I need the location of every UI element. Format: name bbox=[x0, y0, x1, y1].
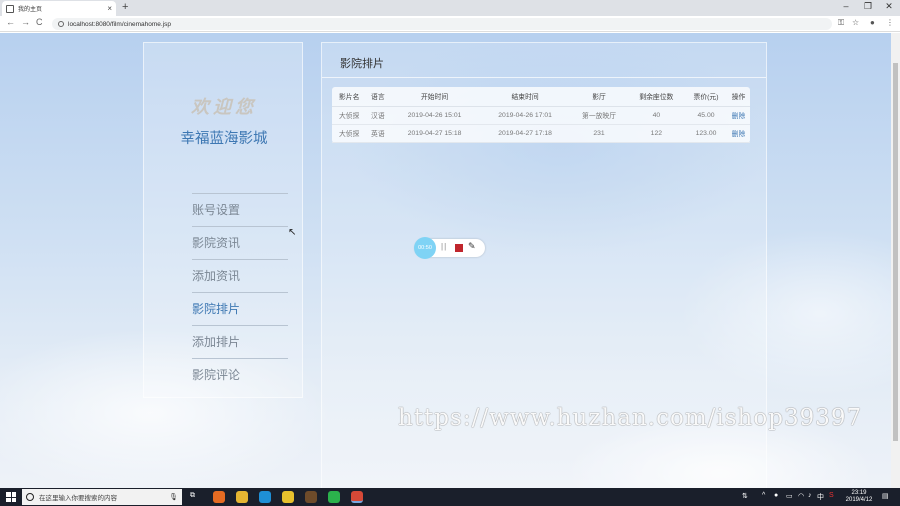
clock-date: 2019/4/12 bbox=[845, 497, 873, 503]
column-header: 剩余座位数 bbox=[627, 87, 685, 107]
title-divider bbox=[322, 77, 766, 78]
taskbar-clock[interactable]: 23:19 2019/4/12 bbox=[842, 490, 876, 504]
table-cell: 英语 bbox=[366, 124, 390, 143]
table-header-row: 影片名 语言 开始时间 结束时间 影厅 剩余座位数 票价(元) 操作 bbox=[332, 87, 750, 107]
sidebar-item-account-settings[interactable]: 账号设置 bbox=[192, 193, 288, 226]
mouse-cursor-icon: ↖ bbox=[288, 227, 297, 238]
table-cell: 231 bbox=[570, 124, 628, 143]
table-row: 大侦探 英语 2019-04-27 15:18 2019-04-27 17:18… bbox=[332, 124, 750, 143]
forward-button[interactable]: → bbox=[21, 17, 30, 27]
column-header: 结束时间 bbox=[479, 87, 571, 107]
ime-indicator[interactable]: 中 bbox=[817, 492, 824, 502]
tray-sogou-icon[interactable]: S bbox=[829, 492, 834, 499]
key-icon[interactable]: ⚿ bbox=[838, 18, 844, 28]
table-cell: 2019-04-26 15:01 bbox=[389, 106, 480, 125]
wechat-icon[interactable] bbox=[328, 491, 340, 503]
column-header: 操作 bbox=[727, 87, 750, 107]
firefox-icon[interactable] bbox=[213, 491, 225, 503]
scrollbar-thumb[interactable] bbox=[893, 63, 898, 441]
column-header: 开始时间 bbox=[389, 87, 480, 107]
sidebar: 欢迎您 幸福蓝海影城 账号设置 影院资讯 添加资讯 影院排片 添加排片 影院评论 bbox=[143, 42, 303, 398]
column-header: 票价(元) bbox=[685, 87, 728, 107]
pause-button[interactable]: || bbox=[441, 242, 447, 251]
stop-button[interactable] bbox=[455, 244, 463, 252]
app-icon[interactable] bbox=[282, 491, 294, 503]
new-tab-button[interactable]: + bbox=[122, 1, 128, 14]
app-icon[interactable] bbox=[305, 491, 317, 503]
column-header: 影厅 bbox=[570, 87, 628, 107]
table-row: 大侦探 汉语 2019-04-26 15:01 2019-04-26 17:01… bbox=[332, 106, 750, 125]
table-cell: 123.00 bbox=[685, 124, 728, 143]
delete-link[interactable]: 删除 bbox=[727, 106, 750, 125]
taskbar-search-input[interactable]: 在这里输入你要搜索的内容 🎙 bbox=[22, 489, 182, 505]
page-scrollbar[interactable] bbox=[891, 33, 900, 488]
table-cell: 汉语 bbox=[366, 106, 390, 125]
browser-toolbar: ← → C localhost:8080/film/cinemahome.jsp… bbox=[0, 16, 900, 32]
tab-title: 我的主页 bbox=[18, 7, 43, 13]
sidebar-item-cinema-news[interactable]: 影院资讯 bbox=[192, 226, 288, 259]
table-cell: 40 bbox=[627, 106, 685, 125]
schedule-table: 影片名 语言 开始时间 结束时间 影厅 剩余座位数 票价(元) 操作 大侦探 汉… bbox=[332, 87, 750, 143]
tray-chevron-icon[interactable]: ^ bbox=[762, 492, 765, 499]
table-cell: 2019-04-26 17:01 bbox=[479, 106, 571, 125]
page-favicon-icon bbox=[6, 4, 14, 13]
url-text: localhost:8080/film/cinemahome.jsp bbox=[68, 20, 171, 28]
tray-volume-icon[interactable]: ♪ bbox=[808, 492, 812, 499]
table-cell: 45.00 bbox=[685, 106, 728, 125]
taskbar: 在这里输入你要搜索的内容 🎙 ⧉ ⇅ ^ ● ▭ ◠ ♪ 中 S 23:19 2… bbox=[0, 488, 900, 506]
watermark-text: https://www.huzhan.com/ishop39397 bbox=[398, 405, 863, 431]
table-cell: 2019-04-27 15:18 bbox=[389, 124, 480, 143]
table-cell: 2019-04-27 17:18 bbox=[479, 124, 571, 143]
browser-tab[interactable]: 我的主页 × bbox=[2, 1, 116, 16]
windows-start-icon[interactable] bbox=[6, 492, 16, 502]
table-cell: 大侦探 bbox=[332, 106, 367, 125]
browser-tab-bar: 我的主页 × + – ❐ ✕ bbox=[0, 0, 900, 16]
back-button[interactable]: ← bbox=[6, 17, 15, 27]
tray-network-icon[interactable]: ⇅ bbox=[742, 492, 748, 500]
tray-battery-icon[interactable]: ▭ bbox=[786, 492, 793, 500]
bookmark-star-icon[interactable]: ☆ bbox=[852, 18, 859, 27]
cortana-icon bbox=[26, 493, 34, 501]
pen-icon[interactable]: ✎ bbox=[468, 241, 476, 252]
sidebar-item-schedule[interactable]: 影院排片 bbox=[192, 292, 288, 325]
reload-button[interactable]: C bbox=[36, 17, 43, 27]
sidebar-menu: 账号设置 影院资讯 添加资讯 影院排片 添加排片 影院评论 bbox=[192, 193, 288, 391]
app-icon[interactable] bbox=[259, 491, 271, 503]
welcome-text: 欢迎您 bbox=[191, 97, 257, 118]
tab-close-icon[interactable]: × bbox=[107, 4, 112, 13]
chrome-icon[interactable] bbox=[351, 491, 363, 503]
sidebar-item-reviews[interactable]: 影院评论 bbox=[192, 358, 288, 391]
notification-icon[interactable]: ▤ bbox=[882, 492, 889, 500]
microphone-icon[interactable]: 🎙 bbox=[169, 493, 178, 501]
column-header: 影片名 bbox=[332, 87, 367, 107]
table-cell: 大侦探 bbox=[332, 124, 367, 143]
tray-app-icon[interactable]: ● bbox=[774, 492, 778, 499]
sidebar-item-add-news[interactable]: 添加资讯 bbox=[192, 259, 288, 292]
maximize-button[interactable]: ❐ bbox=[858, 1, 878, 12]
table-cell: 第一放映厅 bbox=[570, 106, 628, 125]
site-info-icon[interactable] bbox=[58, 21, 64, 27]
screen-recorder-widget: 00:50 || ✎ bbox=[414, 237, 485, 259]
page-viewport: 欢迎您 幸福蓝海影城 账号设置 影院资讯 添加资讯 影院排片 添加排片 影院评论… bbox=[0, 33, 891, 488]
search-placeholder: 在这里输入你要搜索的内容 bbox=[39, 495, 117, 502]
sidebar-item-add-schedule[interactable]: 添加排片 bbox=[192, 325, 288, 358]
cinema-name: 幸福蓝海影城 bbox=[180, 131, 268, 147]
recording-timer: 00:50 bbox=[414, 237, 436, 259]
browser-menu-icon[interactable]: ⋮ bbox=[886, 18, 894, 27]
file-explorer-icon[interactable] bbox=[236, 491, 248, 503]
address-bar[interactable]: localhost:8080/film/cinemahome.jsp bbox=[52, 18, 832, 30]
delete-link[interactable]: 删除 bbox=[727, 124, 750, 143]
clock-time: 23:19 bbox=[851, 490, 867, 496]
account-icon[interactable]: ● bbox=[870, 18, 875, 27]
tray-wifi-icon[interactable]: ◠ bbox=[798, 492, 804, 500]
column-header: 语言 bbox=[366, 87, 390, 107]
task-view-icon[interactable]: ⧉ bbox=[190, 492, 195, 500]
minimize-button[interactable]: – bbox=[836, 1, 856, 11]
close-window-button[interactable]: ✕ bbox=[879, 1, 899, 12]
page-title: 影院排片 bbox=[340, 58, 384, 70]
table-cell: 122 bbox=[627, 124, 685, 143]
